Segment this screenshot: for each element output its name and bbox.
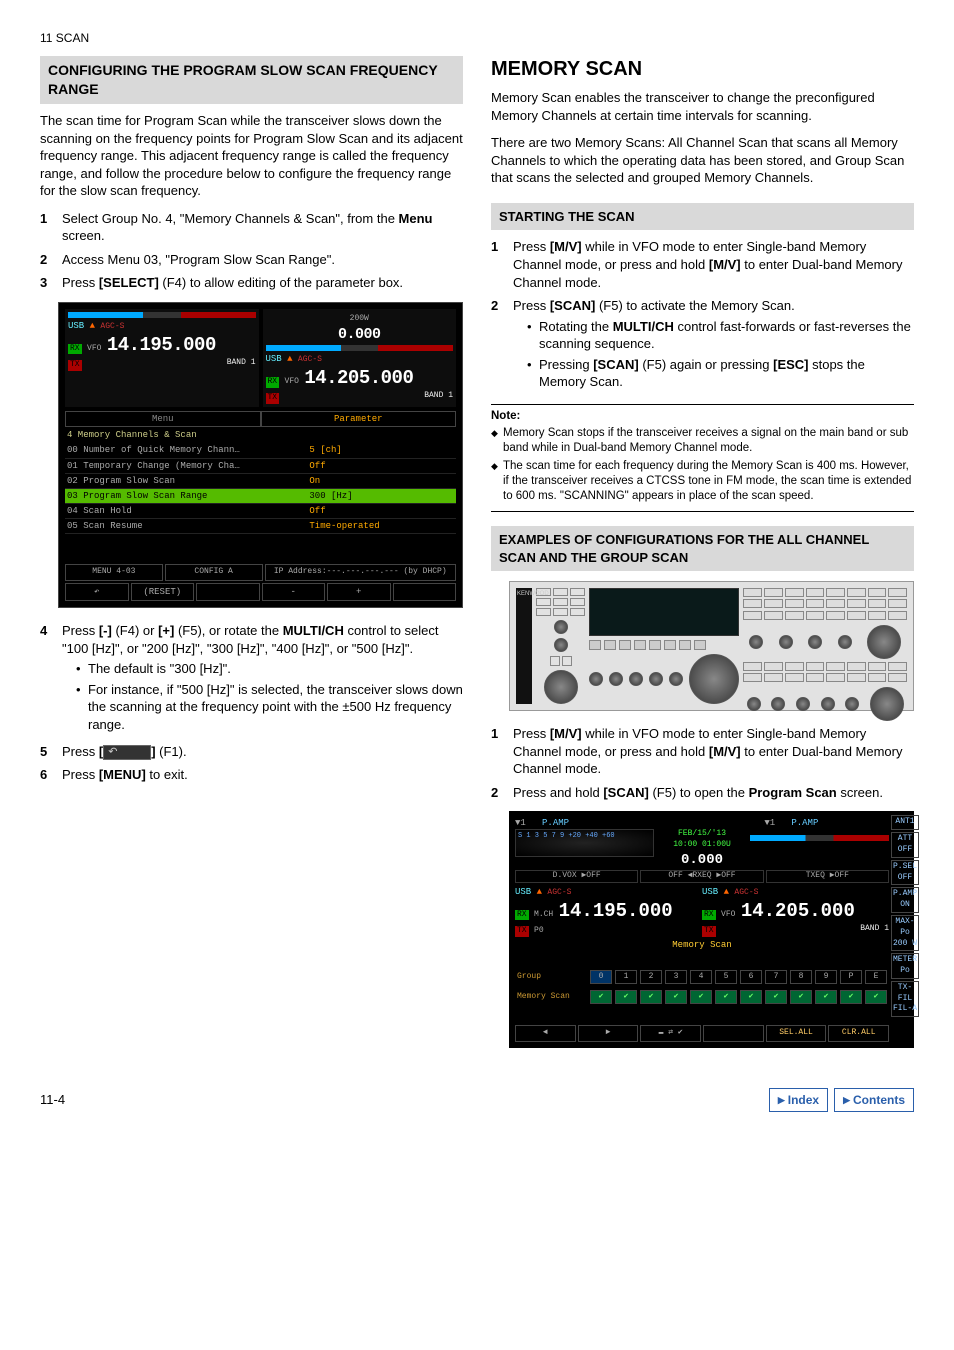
step-2: Access Menu 03, "Program Slow Scan Range… bbox=[62, 251, 463, 269]
example-step-2: Press and hold [SCAN] (F5) to open the P… bbox=[513, 784, 914, 802]
start-step-2-bullet-2: Pressing [SCAN] (F5) again or pressing [… bbox=[527, 356, 914, 391]
step-1: Select Group No. 4, "Memory Channels & S… bbox=[62, 210, 463, 245]
memory-scan-screenshot: ▼1 P.AMP▼1 P.AMP S 1 3 5 7 9 +20 +40 +60… bbox=[509, 811, 914, 1048]
left-section-heading: CONFIGURING THE PROGRAM SLOW SCAN FREQUE… bbox=[40, 56, 463, 104]
start-step-2: Press [SCAN] (F5) to activate the Memory… bbox=[513, 297, 914, 394]
menu-screenshot: USB ▲ AGC-S RX VFO 14.195.000 TXBAND 1 2… bbox=[58, 302, 463, 608]
starting-scan-heading: STARTING THE SCAN bbox=[491, 203, 914, 231]
contents-button[interactable]: Contents bbox=[834, 1088, 914, 1112]
index-button[interactable]: Index bbox=[769, 1088, 828, 1112]
memory-scan-p2: There are two Memory Scans: All Channel … bbox=[491, 134, 914, 187]
examples-heading: EXAMPLES OF CONFIGURATIONS FOR THE ALL C… bbox=[491, 526, 914, 571]
left-intro-paragraph: The scan time for Program Scan while the… bbox=[40, 112, 463, 200]
memory-scan-p1: Memory Scan enables the transceiver to c… bbox=[491, 89, 914, 124]
note-box: Note: Memory Scan stops if the transceiv… bbox=[491, 404, 914, 512]
start-step-1: Press [M/V] while in VFO mode to enter S… bbox=[513, 238, 914, 291]
step-5: Press [] (F1). bbox=[62, 743, 463, 761]
step-4-bullet-1: The default is "300 [Hz]". bbox=[76, 660, 463, 678]
note-2: The scan time for each frequency during … bbox=[491, 459, 914, 504]
radio-front-panel-illustration bbox=[509, 581, 914, 711]
start-step-2-bullet-1: Rotating the MULTI/CH control fast-forwa… bbox=[527, 318, 914, 353]
left-column: CONFIGURING THE PROGRAM SLOW SCAN FREQUE… bbox=[40, 56, 463, 1060]
step-4: Press [-] (F4) or [+] (F5), or rotate th… bbox=[62, 622, 463, 736]
memory-scan-heading: MEMORY SCAN bbox=[491, 56, 914, 83]
step-6: Press [MENU] to exit. bbox=[62, 766, 463, 784]
note-1: Memory Scan stops if the transceiver rec… bbox=[491, 426, 914, 456]
example-step-1: Press [M/V] while in VFO mode to enter S… bbox=[513, 725, 914, 778]
return-icon bbox=[103, 745, 151, 760]
step-4-bullet-2: For instance, if "500 [Hz]" is selected,… bbox=[76, 681, 463, 734]
page-chapter-header: 11 SCAN bbox=[40, 30, 914, 46]
step-3: Press [SELECT] (F4) to allow editing of … bbox=[62, 274, 463, 292]
right-column: MEMORY SCAN Memory Scan enables the tran… bbox=[491, 56, 914, 1060]
page-number: 11-4 bbox=[40, 1091, 65, 1109]
